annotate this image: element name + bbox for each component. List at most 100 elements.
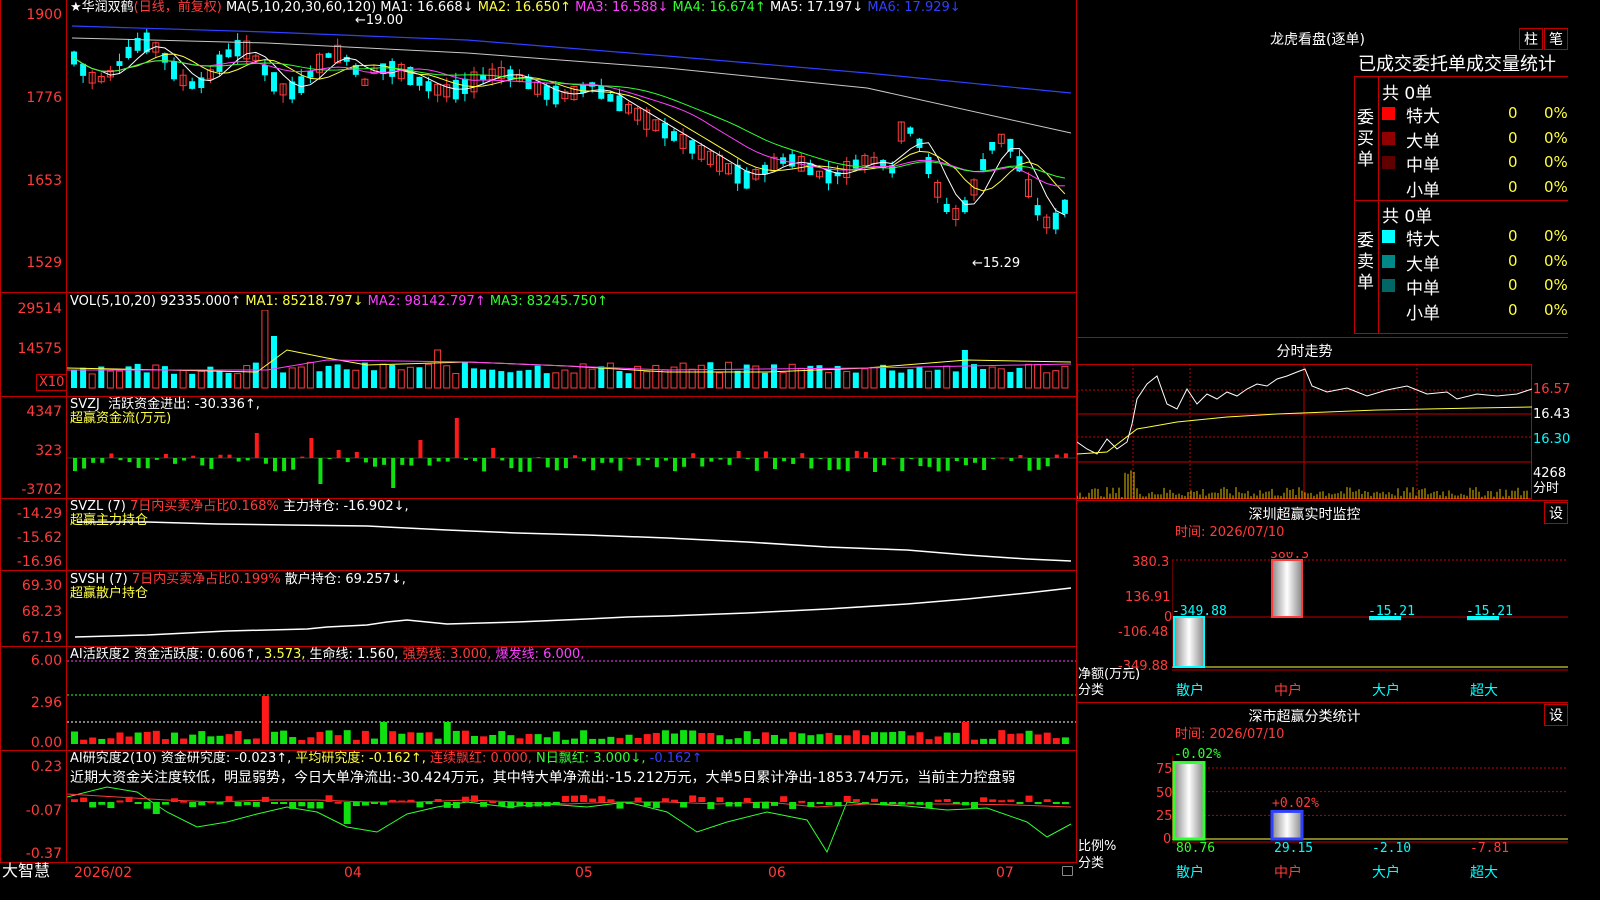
volume-bar: [861, 368, 869, 389]
flow-bar: [482, 458, 487, 472]
ai-active-y-tick: 6.00: [30, 653, 62, 669]
volume-bar: [271, 336, 277, 388]
volume-bar: [80, 367, 87, 388]
sz-class-chart[interactable]: 80.76 散户 29.15 中户 -2.10 大户 -7.81 超大 -0.02% +0.02%: [1172, 746, 1568, 882]
activity-bar: [80, 739, 88, 744]
research-bar: [371, 802, 378, 804]
activity-bar: [1034, 734, 1042, 744]
activity-bar: [198, 731, 206, 744]
svzj-y-tick: 323: [35, 443, 62, 459]
research-bar: [625, 802, 633, 804]
research-bar: [889, 802, 897, 805]
lock-icon[interactable]: [1062, 866, 1073, 876]
monitor-category-label: 散户: [1176, 682, 1204, 699]
research-bar: [71, 799, 78, 802]
research-bar: [261, 796, 269, 802]
research-bar: [971, 802, 978, 809]
candle: [525, 76, 532, 90]
vol-y-tick: 29514: [17, 301, 62, 317]
research-bar: [634, 797, 642, 802]
svzj-chart[interactable]: [67, 400, 1076, 497]
flow-bar: [500, 458, 505, 461]
activity-bar: [571, 738, 578, 744]
flow-bar: [954, 458, 959, 462]
sz-monitor-settings-button[interactable]: 设: [1544, 502, 1568, 524]
flow-bar: [73, 458, 77, 472]
class-category-label: 中户: [1274, 864, 1302, 881]
activity-bar: [107, 738, 115, 744]
volume-bar: [697, 364, 705, 389]
volume-bar: [1043, 372, 1051, 389]
sell-total: 共 0单: [1382, 207, 1433, 227]
research-bar: [134, 802, 142, 804]
research-bar: [816, 802, 824, 804]
volume-bar: [115, 370, 123, 389]
monitor-value-label: -349.88: [1172, 604, 1227, 619]
volume-chart[interactable]: [67, 310, 1076, 395]
research-bar: [771, 802, 778, 806]
bar-view-button[interactable]: 柱: [1519, 28, 1543, 50]
research-bar: [589, 798, 597, 802]
buy-row-name: 大单: [1406, 131, 1440, 152]
app-logo[interactable]: 大智慧: [2, 863, 50, 879]
pen-view-button[interactable]: 笔: [1544, 28, 1568, 50]
svzl-line[interactable]: [67, 500, 1076, 570]
research-bar: [943, 799, 951, 802]
research-bar: [480, 802, 488, 807]
buy-color-swatch: [1382, 107, 1395, 120]
volume-bar: [1052, 370, 1060, 389]
sz-class-settings-button[interactable]: 设: [1544, 704, 1568, 726]
activity-bar: [889, 732, 897, 744]
volume-bar: [634, 365, 642, 389]
activity-bar: [271, 731, 278, 744]
sz-monitor-chart[interactable]: -349.88 散户 380.3 中户 -15.21 大户 -15.21 超大: [1172, 552, 1568, 702]
volume-bar: [1025, 363, 1033, 389]
research-bar: [334, 801, 342, 804]
candlestick-chart[interactable]: [67, 18, 1076, 290]
flow-bar: [1000, 457, 1005, 459]
volume-bar: [652, 364, 660, 389]
flow-bar: [454, 418, 459, 458]
activity-bar: [843, 735, 851, 744]
dragon-divider: [1354, 200, 1568, 201]
vol-label: VOL(5,10,20): [70, 294, 156, 309]
flow-bar: [800, 453, 805, 458]
chart-left-border: [0, 0, 1, 862]
ma-line: [71, 37, 1072, 134]
candle: [689, 140, 696, 154]
intraday-chart[interactable]: [1077, 364, 1532, 499]
research-bar: [461, 796, 469, 802]
ai-research-chart[interactable]: [67, 752, 1076, 861]
activity-bar: [389, 731, 397, 744]
ai-active-chart[interactable]: [67, 648, 1076, 749]
activity-bar: [116, 732, 124, 744]
svzj-y-tick: 4347: [26, 404, 62, 420]
high-price-label: ←19.00: [355, 13, 404, 28]
class-value-label: 29.15: [1274, 841, 1313, 856]
period-label[interactable]: (日线，前复权): [134, 0, 222, 15]
volume-bar: [588, 368, 596, 389]
volume-bar: [779, 372, 787, 389]
flow-bar: [354, 451, 359, 458]
volume-bar: [743, 364, 750, 388]
favorite-star-icon[interactable]: ★: [70, 0, 82, 15]
research-bar: [289, 802, 297, 809]
research-bar: [825, 802, 833, 806]
flow-bar: [509, 458, 514, 469]
sz-class-time: 时间: 2026/07/10: [1175, 727, 1285, 742]
activity-bar: [416, 732, 424, 744]
sell-row-name: 小单: [1406, 303, 1440, 324]
sell-row-pct: 0%: [1544, 251, 1568, 270]
volume-bar: [734, 370, 741, 388]
buy-row-name: 特大: [1406, 107, 1440, 127]
sell-color-swatch: [1382, 254, 1395, 268]
volume-bar: [880, 364, 887, 388]
activity-bar: [98, 738, 106, 744]
monitor-category-label: 超大: [1470, 683, 1498, 699]
research-bar: [543, 802, 551, 807]
activity-bar: [480, 736, 488, 744]
svsh-line[interactable]: [67, 573, 1076, 646]
activity-bar: [598, 738, 606, 744]
candle: [743, 170, 750, 189]
intraday-title: 分时走势: [1276, 344, 1333, 360]
